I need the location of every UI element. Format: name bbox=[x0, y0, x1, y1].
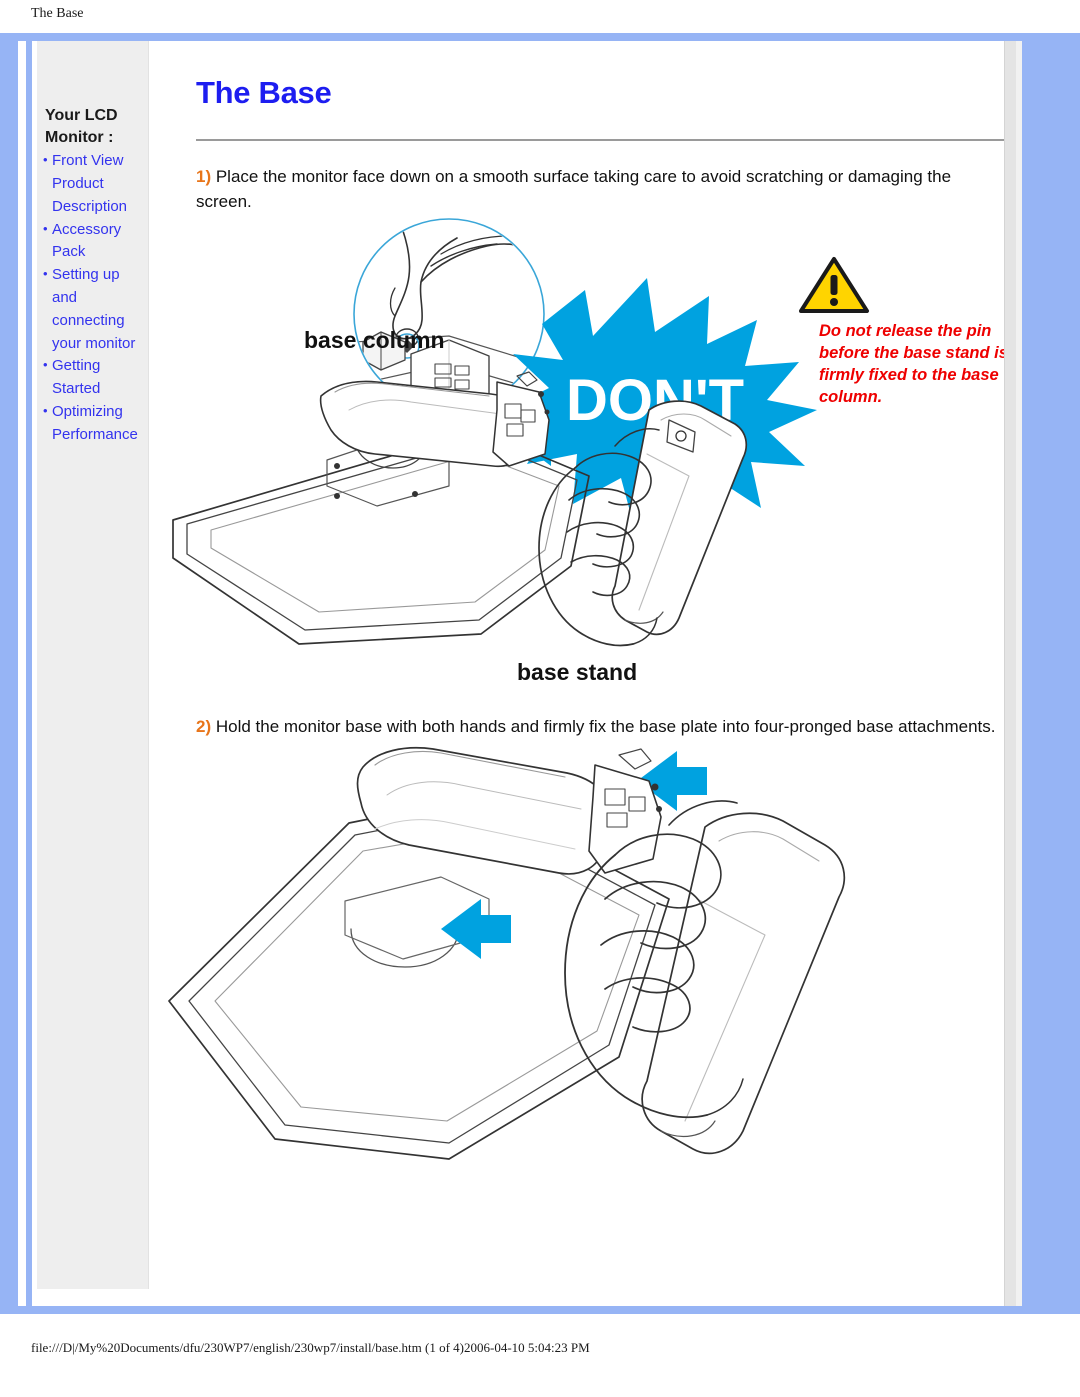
sidebar-heading: Your LCD Monitor : bbox=[45, 107, 118, 146]
sidebar-link[interactable]: Getting Started bbox=[52, 357, 100, 397]
figure-label-base-stand: base stand bbox=[517, 659, 637, 685]
figure-step-1: DON'T base column base stand Do not rele… bbox=[149, 214, 1022, 714]
print-header-title: The Base bbox=[31, 6, 84, 21]
sidebar-link[interactable]: Front View Product Description bbox=[52, 152, 127, 215]
sidebar-item-accessory-pack[interactable]: Accessory Pack bbox=[43, 219, 146, 265]
sidebar-link[interactable]: Optimizing Performance bbox=[52, 403, 138, 443]
step-1-body: Place the monitor face down on a smooth … bbox=[196, 167, 952, 212]
frame-gutter-outer bbox=[18, 41, 26, 1306]
warning-triangle-icon bbox=[799, 257, 869, 314]
step-2-number: 2) bbox=[196, 717, 212, 737]
assembly-arrow-icon-3 bbox=[441, 899, 511, 960]
step-2-body: Hold the monitor base with both hands an… bbox=[211, 717, 996, 737]
warning-callout: Do not release the pin before the base s… bbox=[797, 253, 1017, 409]
page-title: The Base bbox=[196, 75, 332, 110]
figure-step-2 bbox=[149, 739, 1022, 1189]
figure-label-base-column: base column bbox=[304, 327, 445, 353]
footer-url: file:///D|/My%20Documents/dfu/230WP7/eng… bbox=[31, 1340, 590, 1355]
step-2-text: 2) Hold the monitor base with both hands… bbox=[149, 714, 1022, 739]
sidebar-item-optimizing-performance[interactable]: Optimizing Performance bbox=[43, 401, 146, 447]
sidebar-item-getting-started[interactable]: Getting Started bbox=[43, 355, 146, 401]
scrollbar-gutter bbox=[1016, 41, 1022, 1306]
warning-text: Do not release the pin before the base s… bbox=[819, 322, 1008, 407]
sidebar-item-setting-up-and-connecting-your-monitor[interactable]: Setting up and connecting your monitor bbox=[43, 264, 146, 355]
sidebar-nav-list: Front View Product Description Accessory… bbox=[37, 148, 148, 446]
print-footer: file:///D|/My%20Documents/dfu/230WP7/eng… bbox=[0, 1314, 1080, 1397]
sidebar-item-front-view-product-description[interactable]: Front View Product Description bbox=[43, 150, 146, 218]
sidebar-link[interactable]: Setting up and connecting your monitor bbox=[52, 266, 135, 351]
sidebar: Your LCD Monitor : Front View Product De… bbox=[37, 41, 149, 1289]
figure-2-illustration bbox=[168, 747, 846, 1161]
page-frame: Your LCD Monitor : Front View Product De… bbox=[0, 33, 1080, 1314]
document-canvas: Your LCD Monitor : Front View Product De… bbox=[37, 41, 1022, 1306]
print-header: The Base bbox=[0, 0, 1080, 33]
sidebar-link[interactable]: Accessory Pack bbox=[52, 221, 121, 261]
step-1-number: 1) bbox=[196, 167, 212, 186]
scrollbar[interactable] bbox=[1002, 41, 1022, 1306]
main-content: The Base 1) Place the monitor face down … bbox=[149, 41, 1022, 1306]
sidebar-inner: Your LCD Monitor : Front View Product De… bbox=[37, 41, 148, 447]
step-1-text: 1) Place the monitor face down on a smoo… bbox=[149, 141, 1022, 214]
